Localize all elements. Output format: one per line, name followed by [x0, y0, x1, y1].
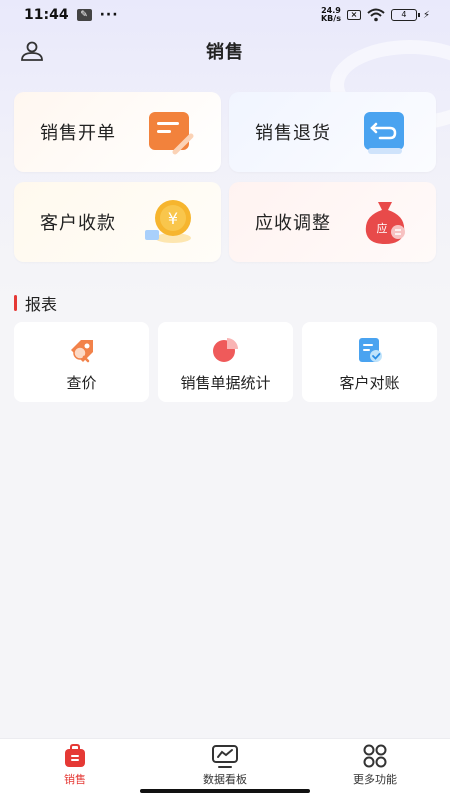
page-title: 销售 [206, 42, 244, 63]
sales-return-card[interactable]: 销售退货 [229, 92, 436, 172]
quick-actions: 销售开单 销售退货 客户收款 ¥ 应收调整 应 [14, 92, 436, 262]
dashboard-tab-icon [212, 745, 238, 768]
customer-payment-card[interactable]: 客户收款 ¥ [14, 182, 221, 262]
customer-payment-icon: ¥ [145, 200, 191, 243]
page-header: 销售 [0, 34, 450, 68]
pie-chart-icon [212, 338, 238, 362]
svg-text:应: 应 [377, 221, 388, 235]
svg-text:¥: ¥ [168, 209, 178, 228]
receivable-adjust-icon: 应 [365, 202, 405, 244]
card-label: 销售退货 [255, 123, 331, 144]
tab-sales[interactable]: 销售 [0, 739, 150, 800]
card-label: 销售开单 [40, 123, 116, 144]
reports-section-title: 报表 [14, 291, 57, 315]
card-label: 应收调整 [255, 213, 331, 234]
status-time: 11:44 [24, 7, 69, 23]
sales-order-card[interactable]: 销售开单 [14, 92, 221, 172]
home-indicator[interactable] [140, 789, 310, 793]
status-bar: 11:44 ✎ ··· 24.9 KB/s × 4 ⚡ [0, 0, 450, 30]
sales-tab-icon [65, 744, 85, 767]
sales-return-icon [364, 112, 404, 154]
customer-reconcile-report[interactable]: 客户对账 [302, 322, 437, 402]
wrench-icon: ✎ [76, 9, 92, 21]
more-functions-tab-icon [363, 744, 387, 768]
section-accent-bar [14, 295, 17, 311]
reports-grid: 查价 销售单据统计 客户对账 [14, 322, 437, 402]
receivable-adjust-card[interactable]: 应收调整 应 [229, 182, 436, 262]
charging-icon: ⚡ [422, 9, 430, 21]
price-check-icon [70, 340, 93, 363]
sales-order-icon [149, 112, 194, 155]
more-notifications-icon: ··· [99, 7, 119, 23]
no-sim-icon: × [346, 10, 361, 20]
network-speed: 24.9 KB/s [320, 6, 341, 23]
card-label: 客户收款 [40, 213, 116, 234]
sales-statistics-report[interactable]: 销售单据统计 [158, 322, 293, 402]
tab-more-functions[interactable]: 更多功能 [300, 739, 450, 800]
reconcile-icon [358, 338, 382, 362]
wifi-icon [367, 8, 385, 22]
user-icon[interactable] [20, 40, 44, 62]
battery-icon: 4 [390, 9, 420, 21]
price-check-report[interactable]: 查价 [14, 322, 149, 402]
